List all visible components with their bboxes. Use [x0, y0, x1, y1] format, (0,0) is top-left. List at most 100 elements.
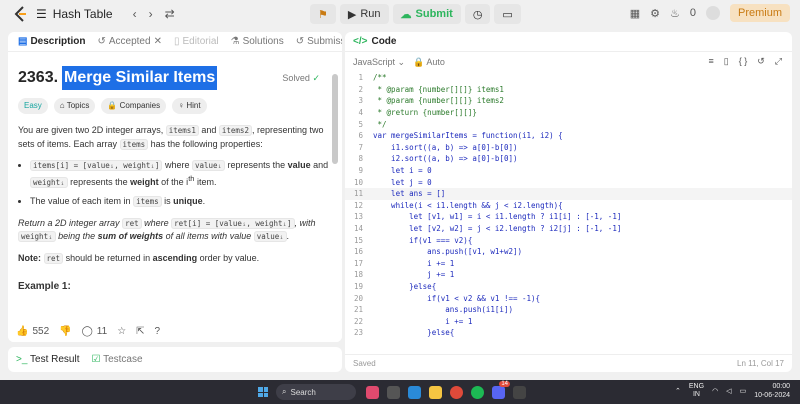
shuffle-icon[interactable]: ⇄	[165, 7, 175, 21]
code-line[interactable]: 10 let j = 0	[345, 176, 792, 188]
code-line[interactable]: 17 i += 1	[345, 258, 792, 270]
widgets-icon[interactable]	[366, 385, 379, 399]
code-text: var mergeSimilarItems = function(i1, i2)…	[373, 131, 563, 141]
language-select[interactable]: JavaScript ⌄	[353, 57, 405, 68]
tab-test-result[interactable]: >_ Test Result	[16, 354, 79, 365]
inline-code: items1	[165, 125, 199, 136]
code-line[interactable]: 6 var mergeSimilarItems = function(i1, i2…	[345, 130, 792, 142]
problem-list-icon[interactable]: ☰	[36, 7, 47, 21]
check-circle-icon: ✓	[312, 73, 320, 83]
discord-icon[interactable]: 14	[492, 380, 510, 399]
cursor-position: Ln 11, Col 17	[737, 359, 784, 368]
tab-solutions[interactable]: ⚗ Solutions	[225, 36, 290, 47]
chevron-up-icon[interactable]: ⌃	[675, 387, 681, 395]
code-line[interactable]: 23 }else{	[345, 327, 792, 339]
share-icon[interactable]: ⇱	[136, 326, 144, 337]
problem-list-title[interactable]: Hash Table	[53, 7, 113, 21]
code-line[interactable]: 19 }else{	[345, 281, 792, 293]
code-line[interactable]: 20 if(v1 < v2 && v1 !== -1){	[345, 292, 792, 304]
topics-chip[interactable]: ⌂ Topics	[53, 98, 96, 114]
chevron-right-icon[interactable]: ›	[149, 7, 153, 21]
tab-accepted[interactable]: ↺ Accepted ✕	[91, 36, 167, 47]
code-line[interactable]: 22 i += 1	[345, 315, 792, 327]
comments-button[interactable]: ◯ 11	[82, 326, 108, 337]
line-number: 15	[353, 235, 363, 245]
tab-description[interactable]: ▤ Description	[12, 36, 91, 47]
run-button[interactable]: ▶ Run	[339, 4, 389, 24]
code-text: i2.sort((a, b) => a[0]-b[0])	[373, 154, 518, 164]
timer-button[interactable]: ◷	[464, 4, 491, 24]
notes-button[interactable]: ▭	[494, 4, 521, 24]
code-line[interactable]: 18 j += 1	[345, 269, 792, 281]
reset-icon[interactable]: ↺	[757, 56, 765, 67]
system-tray: ⌃ ENG IN ◠ ◁ ▭ 00:00 10-06-2024	[675, 382, 790, 400]
windows-start-icon[interactable]	[258, 387, 268, 397]
code-title: Code	[371, 36, 397, 47]
inline-code: ret	[43, 252, 64, 264]
like-button[interactable]: 👍 552	[16, 326, 49, 337]
wifi-icon[interactable]: ◠	[712, 387, 718, 395]
companies-chip[interactable]: 🔒 Companies	[101, 98, 167, 114]
code-line[interactable]: 15 if(v1 === v2){	[345, 234, 792, 246]
code-line[interactable]: 21 ans.push(i1[i])	[345, 304, 792, 316]
task-view-icon[interactable]	[387, 385, 400, 399]
braces-icon[interactable]: { }	[739, 56, 748, 67]
hint-chip[interactable]: ♀ Hint	[172, 98, 207, 114]
layout-grid-icon[interactable]: ▦	[630, 7, 640, 20]
star-icon[interactable]: ☆	[117, 326, 126, 337]
code-text: i += 1	[373, 258, 455, 268]
language-indicator[interactable]: ENG IN	[689, 383, 704, 400]
format-lines-icon[interactable]: ≡	[709, 56, 714, 67]
spotify-icon[interactable]	[471, 385, 484, 399]
streak-flame-icon[interactable]: ♨	[670, 7, 680, 20]
debug-button[interactable]: ⚑	[310, 4, 336, 24]
scrollbar[interactable]	[332, 74, 338, 164]
code-line[interactable]: 8 i2.sort((a, b) => a[0]-b[0])	[345, 153, 792, 165]
tab-submissions[interactable]: ↺ Submiss	[290, 36, 342, 47]
text: being the	[55, 231, 98, 241]
battery-icon[interactable]: ▭	[740, 387, 747, 395]
code-line[interactable]: 11 let ans = []	[345, 187, 792, 200]
note-icon: ▭	[502, 8, 513, 21]
autocomplete-toggle[interactable]: 🔒 Auto	[413, 57, 445, 68]
streak-count: 0	[689, 7, 696, 19]
volume-icon[interactable]: ◁	[726, 387, 731, 395]
note-paragraph: Note: ret should be returned in ascendin…	[18, 252, 332, 266]
code-editor[interactable]: 1/** 2 * @param {number[][]} items1 3 * @p…	[345, 72, 792, 342]
terminal-app-icon[interactable]	[513, 385, 526, 399]
bookmark-icon[interactable]: ▯	[724, 56, 729, 67]
taskbar-search[interactable]: ⌕ Search	[276, 384, 356, 400]
tab-testcase[interactable]: ☑ Testcase	[91, 354, 142, 365]
settings-gear-icon[interactable]: ⚙	[650, 7, 660, 20]
chevron-left-icon[interactable]: ‹	[133, 7, 137, 21]
chrome-icon[interactable]	[450, 385, 463, 399]
code-line[interactable]: 16 ans.push([v1, w1+w2])	[345, 246, 792, 258]
vscode-icon[interactable]	[408, 385, 421, 399]
premium-button[interactable]: Premium	[729, 4, 790, 22]
code-text: * @return {number[][]}	[373, 108, 477, 118]
leetcode-logo[interactable]	[14, 6, 28, 22]
code-line[interactable]: 5 */	[345, 118, 792, 130]
close-icon[interactable]: ✕	[154, 36, 162, 47]
code-line[interactable]: 14 let [v2, w2] = j < i2.length ? i2[j] …	[345, 223, 792, 235]
help-icon[interactable]: ?	[155, 326, 161, 337]
code-line[interactable]: 2 * @param {number[][]} items1	[345, 84, 792, 96]
code-line[interactable]: 13 let [v1, w1] = i < i1.length ? i1[i] …	[345, 211, 792, 223]
code-line[interactable]: 3 * @param {number[][]} items2	[345, 95, 792, 107]
line-number: 7	[358, 142, 363, 152]
clock[interactable]: 00:00 10-06-2024	[754, 382, 790, 400]
description-paragraph: You are given two 2D integer arrays, ite…	[18, 124, 332, 151]
tab-editorial[interactable]: ▯ Editorial	[168, 36, 225, 47]
submit-button[interactable]: ☁ Submit	[392, 4, 461, 24]
code-line[interactable]: 9 let i = 0	[345, 165, 792, 177]
expand-icon[interactable]: ⤢	[775, 56, 782, 67]
code-line[interactable]: 12 while(i < i1.length && j < i2.length)…	[345, 200, 792, 212]
action-bar: 👍 552 👎 ◯ 11 ☆ ⇱ ?	[8, 320, 342, 342]
code-line[interactable]: 7 i1.sort((a, b) => a[0]-b[0])	[345, 142, 792, 154]
thumbs-down-icon[interactable]: 👎	[59, 326, 71, 337]
code-line[interactable]: 4 * @return {number[][]}	[345, 107, 792, 119]
code-line[interactable]: 1 /**	[345, 72, 792, 84]
search-icon: ⌕	[282, 387, 287, 396]
file-explorer-icon[interactable]	[429, 385, 442, 399]
avatar[interactable]	[705, 6, 720, 20]
